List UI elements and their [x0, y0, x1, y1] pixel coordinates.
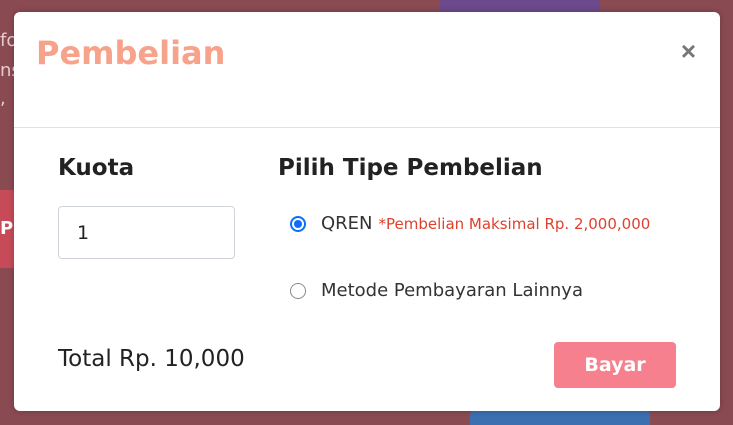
modal-header: Pembelian × — [14, 12, 720, 128]
purchase-type-label: Pilih Tipe Pembelian — [278, 155, 543, 181]
radio-label-other-method[interactable]: Metode Pembayaran Lainnya — [321, 280, 583, 301]
background-text: , — [0, 88, 6, 109]
max-purchase-note: *Pembelian Maksimal Rp. 2,000,000 — [378, 214, 651, 233]
radio-option-other-method[interactable]: Metode Pembayaran Lainnya — [290, 280, 583, 301]
kuota-label: Kuota — [58, 155, 135, 181]
kuota-input[interactable] — [58, 206, 235, 259]
purchase-modal: Pembelian × Kuota Pilih Tipe Pembelian Q… — [14, 12, 720, 411]
pay-button[interactable]: Bayar — [554, 342, 676, 388]
total-price: Total Rp. 10,000 — [58, 346, 245, 372]
radio-label-qren[interactable]: QREN — [321, 213, 373, 234]
radio-button-qren[interactable] — [290, 215, 306, 232]
radio-button-other-method[interactable] — [290, 282, 306, 299]
close-button[interactable]: × — [681, 38, 696, 64]
modal-title: Pembelian — [36, 34, 226, 72]
radio-option-qren[interactable]: QREN *Pembelian Maksimal Rp. 2,000,000 — [290, 213, 650, 234]
